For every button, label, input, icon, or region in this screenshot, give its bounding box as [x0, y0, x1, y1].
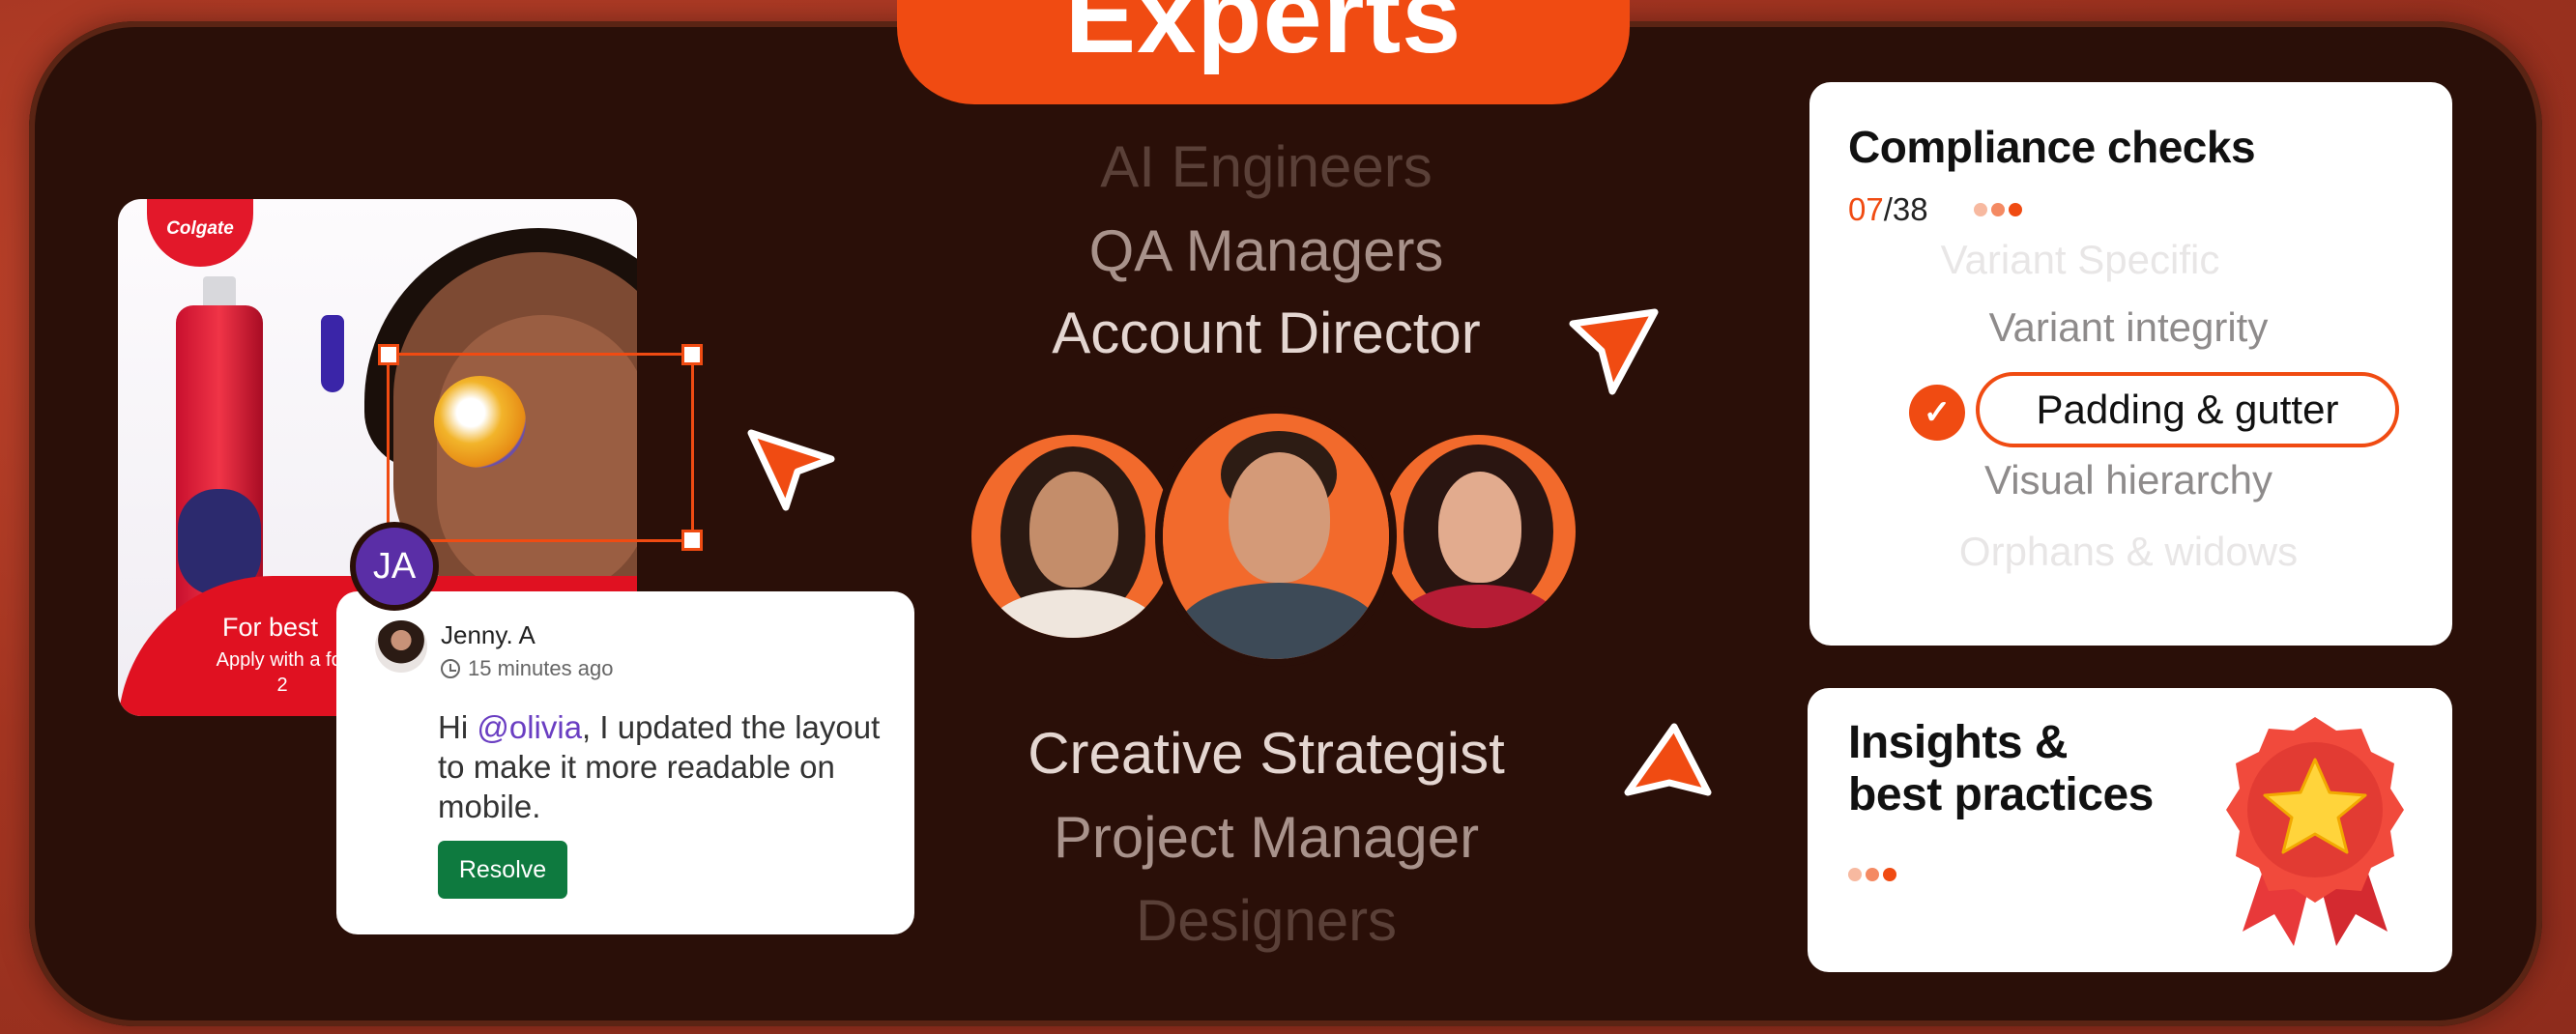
comment-author: Jenny. A: [441, 620, 535, 649]
clock-icon: [441, 659, 460, 678]
check-item-orphans-widows: Orphans & widows: [1958, 529, 2299, 574]
page-title: Experts: [897, 0, 1630, 104]
expert-avatar-woman: [971, 435, 1174, 638]
role-designers: Designers: [1135, 888, 1398, 953]
comment-time-text: 15 minutes ago: [468, 656, 614, 680]
compliance-total: /38: [1883, 191, 1928, 227]
comment-timestamp: 15 minutes ago: [441, 656, 613, 681]
compliance-progress: 07/38: [1848, 191, 1928, 228]
colgate-logo: Colgate: [147, 199, 253, 267]
ad-banner-title: For best: [222, 613, 319, 642]
role-project-manager: Project Manager: [1053, 805, 1480, 870]
role-account-director: Account Director: [1052, 301, 1481, 365]
expert-avatar-man: [1155, 406, 1397, 667]
cursor-arrow-icon: [1569, 308, 1659, 395]
ad-banner-subtitle: Apply with a for 2: [216, 649, 349, 696]
insights-title-line1: Insights &: [1848, 717, 2069, 768]
insights-title-line2: best practices: [1848, 769, 2154, 820]
selection-box[interactable]: [378, 344, 703, 551]
role-ai-engineers: AI Engineers: [1100, 134, 1433, 199]
resolve-button[interactable]: Resolve: [438, 841, 567, 899]
cursor-arrow-icon: [1624, 723, 1712, 796]
check-item-visual-hierarchy: Visual hierarchy: [1983, 457, 2273, 503]
check-item-variant-specific: Variant Specific: [1940, 237, 2220, 282]
resize-handle[interactable]: [378, 344, 399, 365]
check-item-variant-integrity: Variant integrity: [1988, 304, 2269, 350]
loading-dots-icon: [1848, 868, 1896, 881]
comment-card: Jenny. A 15 minutes ago Hi @olivia, I up…: [336, 591, 914, 934]
user-mention[interactable]: @olivia: [477, 709, 582, 745]
checkmark-icon: ✓: [1909, 385, 1965, 441]
compliance-checks-card: Compliance checks 07/38 Variant Specific…: [1809, 82, 2452, 646]
serum-drip: [321, 315, 344, 392]
commenter-avatar: [375, 620, 427, 673]
award-badge-icon: [2226, 717, 2404, 946]
resize-handle[interactable]: [681, 530, 703, 551]
resize-handle[interactable]: [681, 344, 703, 365]
comment-text: Hi @olivia, I updated the layout to make…: [438, 707, 883, 826]
check-item-padding-gutter[interactable]: Padding & gutter: [1976, 372, 2399, 447]
compliance-title: Compliance checks: [1848, 122, 2256, 172]
insights-title: Insights & best practices: [1848, 717, 2196, 821]
cursor-arrow-icon: [747, 429, 835, 511]
compliance-current: 07: [1848, 191, 1884, 227]
comment-text-start: Hi: [438, 709, 478, 745]
user-avatar-ja[interactable]: JA: [350, 522, 439, 611]
role-creative-strategist: Creative Strategist: [1028, 721, 1505, 786]
role-qa-managers: QA Managers: [1088, 218, 1444, 283]
loading-dots-icon: [1974, 203, 2022, 216]
insights-card: Insights & best practices: [1808, 688, 2452, 972]
expert-avatar-smiling-woman: [1382, 435, 1576, 628]
